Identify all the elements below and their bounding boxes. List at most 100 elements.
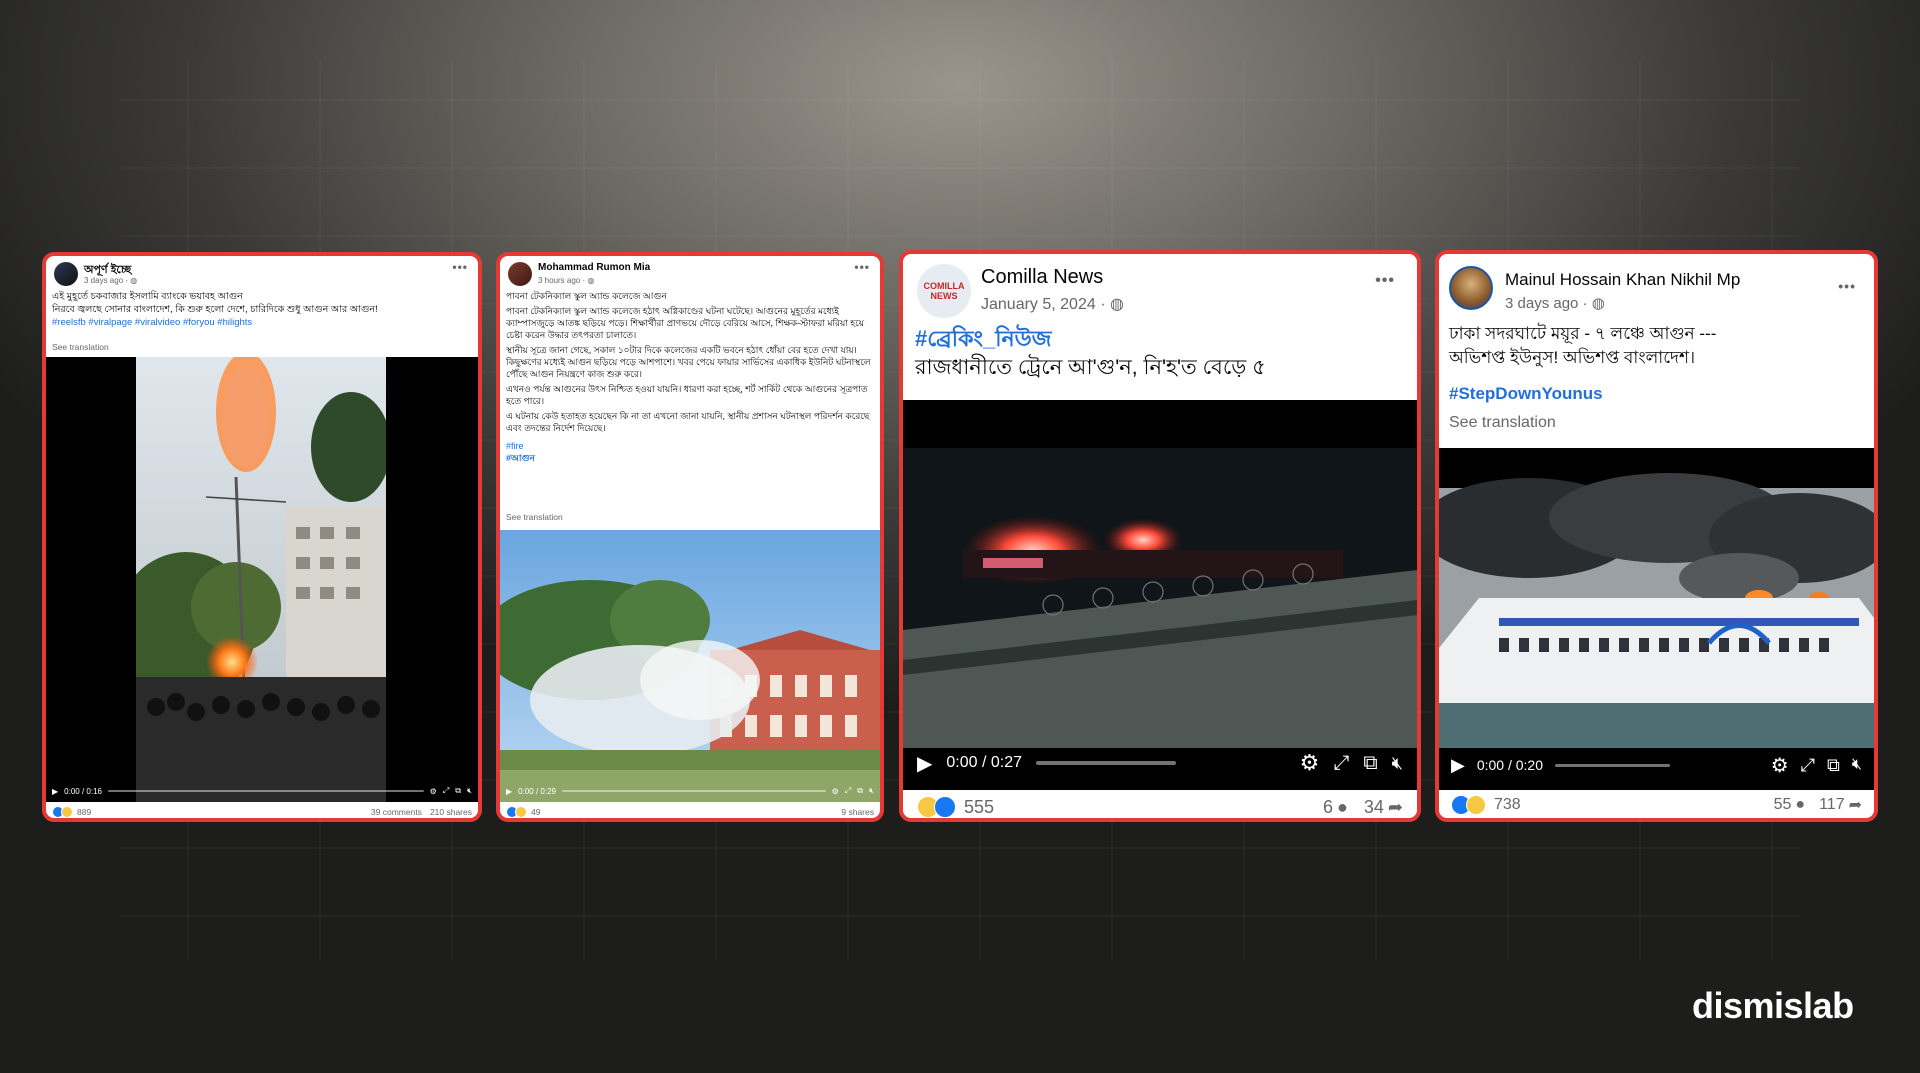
fullscreen-icon[interactable]: ⤢ bbox=[1801, 755, 1815, 776]
pip-icon[interactable]: ⧉ bbox=[1363, 752, 1377, 775]
video-frame bbox=[46, 357, 478, 802]
comment-count[interactable]: 55 bbox=[1774, 796, 1792, 814]
sad-icon bbox=[61, 806, 73, 818]
pip-icon[interactable]: ⧉ bbox=[455, 786, 461, 796]
post-time[interactable]: 3 days ago · ◍ bbox=[1505, 294, 1605, 312]
avatar[interactable] bbox=[54, 262, 78, 286]
post-time[interactable]: 3 days ago · ◍ bbox=[84, 276, 137, 285]
video-frame bbox=[500, 530, 880, 802]
settings-icon[interactable]: ⚙ bbox=[1771, 753, 1789, 778]
post-text-line: পাবনা টেকনিক্যাল স্কুল অ্যান্ড কলেজে আগু… bbox=[506, 291, 667, 301]
comment-count[interactable]: 39 comments bbox=[371, 807, 422, 817]
avatar[interactable] bbox=[508, 262, 532, 286]
video-progress-bar[interactable] bbox=[1036, 761, 1177, 765]
sad-icon bbox=[515, 806, 527, 818]
post-text: ঢাকা সদরঘাটে ময়ূর - ৭ লঞ্চে আগুন --- অভ… bbox=[1449, 322, 1869, 406]
post-text-line: এই মুহূর্তে চকবাজার ইসলামি ব্যাংকে ভয়াব… bbox=[52, 291, 243, 302]
post-card-3: COMILLA NEWS Comilla News January 5, 202… bbox=[899, 250, 1421, 822]
video-controls: ▶ 0:00 / 0:16 ⚙ ⤢ ⧉ 🔇︎ bbox=[46, 780, 478, 802]
video-progress-bar[interactable] bbox=[107, 790, 424, 792]
reaction-icons[interactable] bbox=[917, 796, 956, 818]
hashtag-agun[interactable]: #আগুন bbox=[506, 452, 876, 464]
post-video[interactable]: ▶ 0:00 / 0:27 ⚙ ⤢ ⧉ 🔇︎ bbox=[903, 400, 1417, 790]
post-video[interactable]: ▶ 0:00 / 0:29 ⚙ ⤢ ⧉ 🔇︎ bbox=[500, 530, 880, 802]
hashtag-fire[interactable]: #fire bbox=[506, 440, 876, 452]
play-icon[interactable]: ▶ bbox=[917, 751, 932, 776]
post-time[interactable]: January 5, 2024 · ◍ bbox=[981, 294, 1124, 314]
post-author[interactable]: Comilla News bbox=[981, 266, 1103, 289]
mute-icon[interactable]: 🔇︎ bbox=[869, 786, 874, 796]
post-time[interactable]: 3 hours ago · ◍ bbox=[538, 276, 594, 285]
fullscreen-icon[interactable]: ⤢ bbox=[443, 786, 449, 796]
fullscreen-icon[interactable]: ⤢ bbox=[1333, 752, 1349, 775]
avatar[interactable] bbox=[1449, 266, 1493, 310]
globe-icon: ◍ bbox=[1591, 295, 1605, 312]
post-text-line: নিরবে জ্বলছে সোনার বাংলাদেশ, কি শুরু হলো… bbox=[52, 304, 378, 315]
avatar-text: COMILLA NEWS bbox=[923, 281, 965, 301]
comment-count[interactable]: 6 bbox=[1323, 797, 1333, 818]
play-icon[interactable]: ▶ bbox=[52, 787, 58, 796]
comment-icon: ● bbox=[1795, 796, 1806, 813]
more-options-icon[interactable]: ••• bbox=[1838, 278, 1856, 294]
post-video[interactable]: ▶ 0:00 / 0:20 ⚙ ⤢ ⧉ 🔇︎ bbox=[1439, 448, 1874, 790]
post-text: #ব্রেকিং_নিউজ রাজধানীতে ট্রেনে আ'গু'ন, ন… bbox=[915, 324, 1415, 382]
post-text-line: স্থানীয় সূত্রে জানা গেছে, সকাল ১০টার দি… bbox=[506, 345, 871, 379]
play-icon[interactable]: ▶ bbox=[506, 787, 512, 796]
settings-icon[interactable]: ⚙ bbox=[1300, 750, 1320, 776]
reaction-icons[interactable] bbox=[506, 806, 527, 818]
reaction-icons[interactable] bbox=[52, 806, 73, 818]
play-icon[interactable]: ▶ bbox=[1451, 755, 1465, 776]
reaction-count[interactable]: 889 bbox=[77, 807, 91, 817]
post-footer: 49 9 shares bbox=[500, 805, 880, 818]
more-options-icon[interactable]: ••• bbox=[1375, 272, 1395, 290]
video-frame bbox=[903, 400, 1417, 790]
see-translation-link[interactable]: See translation bbox=[52, 342, 109, 352]
post-footer: 738 55 ● 117 ➦ bbox=[1439, 792, 1874, 818]
share-count[interactable]: 117 bbox=[1819, 796, 1845, 814]
reaction-count[interactable]: 738 bbox=[1494, 796, 1521, 814]
post-author[interactable]: Mohammad Rumon Mia bbox=[538, 262, 650, 273]
video-controls: ▶ 0:00 / 0:20 ⚙ ⤢ ⧉ 🔇︎ bbox=[1439, 740, 1874, 790]
globe-icon: ◍ bbox=[1109, 296, 1124, 313]
post-text-line: এখনও পর্যন্ত আগুনের উৎস নিশ্চিত হওয়া যা… bbox=[506, 384, 868, 406]
share-icon: ➦ bbox=[1848, 797, 1862, 814]
reaction-icons[interactable] bbox=[1451, 795, 1486, 815]
mute-icon[interactable]: 🔇︎ bbox=[467, 786, 472, 796]
see-translation-link[interactable]: See translation bbox=[506, 512, 563, 522]
video-time: 0:00 / 0:16 bbox=[64, 786, 102, 796]
post-text-line: অভিশপ্ত ইউনুস! অভিশপ্ত বাংলাদেশ। bbox=[1449, 348, 1696, 367]
post-text-line: ঢাকা সদরঘাটে ময়ূর - ৭ লঞ্চে আগুন --- bbox=[1449, 324, 1717, 343]
more-options-icon[interactable]: ••• bbox=[452, 260, 468, 274]
share-count[interactable]: 210 shares bbox=[430, 807, 472, 817]
post-hashtag[interactable]: #StepDownYounus bbox=[1449, 382, 1869, 406]
share-count[interactable]: 9 shares bbox=[841, 807, 874, 817]
video-time: 0:00 / 0:27 bbox=[946, 754, 1023, 771]
reaction-count[interactable]: 555 bbox=[964, 797, 994, 818]
avatar[interactable]: COMILLA NEWS bbox=[917, 264, 971, 318]
post-hashtag[interactable]: #ব্রেকিং_নিউজ bbox=[915, 324, 1415, 354]
post-text-line: পাবনা টেকনিক্যাল স্কুল অ্যান্ড কলেজে হঠা… bbox=[506, 306, 865, 340]
see-translation-link[interactable]: See translation bbox=[1449, 414, 1556, 432]
more-options-icon[interactable]: ••• bbox=[854, 260, 870, 274]
post-hashtags[interactable]: #reelsfb #viralpage #viralvideo #foryou … bbox=[52, 316, 477, 329]
share-count[interactable]: 34 bbox=[1364, 797, 1384, 818]
video-controls: ▶ 0:00 / 0:29 ⚙ ⤢ ⧉ 🔇︎ bbox=[500, 780, 880, 802]
dismislab-logo: dismislab bbox=[1692, 985, 1854, 1026]
reaction-count[interactable]: 49 bbox=[531, 807, 540, 817]
post-author[interactable]: Mainul Hossain Khan Nikhil Mp bbox=[1505, 270, 1740, 290]
post-video[interactable]: ▶ 0:00 / 0:16 ⚙ ⤢ ⧉ 🔇︎ bbox=[46, 357, 478, 802]
settings-icon[interactable]: ⚙ bbox=[430, 787, 437, 796]
post-card-2: Mohammad Rumon Mia 3 hours ago · ◍ ••• প… bbox=[496, 252, 884, 822]
post-text-line: এ ঘটনায় কেউ হতাহত হয়েছেন কি না তা এখনো… bbox=[506, 411, 870, 433]
settings-icon[interactable]: ⚙ bbox=[832, 787, 839, 796]
pip-icon[interactable]: ⧉ bbox=[857, 786, 863, 796]
post-headline: রাজধানীতে ট্রেনে আ'গু'ন, নি'হ'ত বেড়ে ৫ bbox=[915, 356, 1266, 379]
mute-icon[interactable]: 🔇︎ bbox=[1852, 756, 1862, 774]
post-text: এই মুহূর্তে চকবাজার ইসলামি ব্যাংকে ভয়াব… bbox=[52, 290, 477, 329]
video-progress-bar[interactable] bbox=[1555, 763, 1671, 767]
pip-icon[interactable]: ⧉ bbox=[1827, 755, 1840, 776]
video-progress-bar[interactable] bbox=[561, 790, 826, 792]
mute-icon[interactable]: 🔇︎ bbox=[1392, 753, 1403, 774]
sad-icon bbox=[1466, 795, 1486, 815]
fullscreen-icon[interactable]: ⤢ bbox=[845, 786, 851, 796]
